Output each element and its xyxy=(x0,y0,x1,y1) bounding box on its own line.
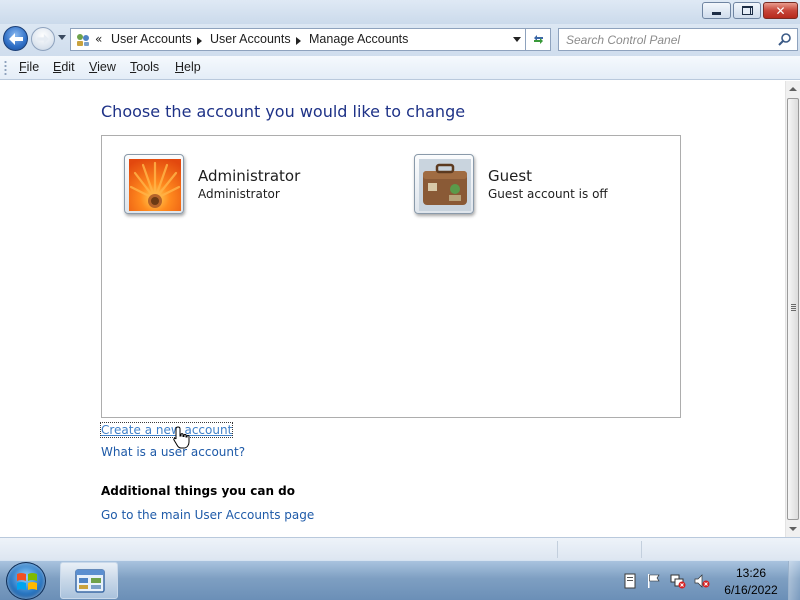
network-disconnected-icon[interactable] xyxy=(670,573,686,589)
clock-time[interactable]: 13:26 xyxy=(718,566,784,580)
menu-help-accel: H xyxy=(175,60,185,74)
control-panel-window-icon xyxy=(75,569,105,593)
scroll-up-arrow-icon[interactable] xyxy=(789,87,797,91)
menu-tools-label: ools xyxy=(136,60,160,74)
breadcrumb-user-accounts-2[interactable]: User Accounts xyxy=(210,32,291,46)
content-pane: Choose the account you would like to cha… xyxy=(0,81,785,537)
additional-things-heading: Additional things you can do xyxy=(101,484,296,498)
forward-button[interactable] xyxy=(31,27,55,51)
menu-file-label: ile xyxy=(26,60,40,74)
menu-view-accel: V xyxy=(89,60,98,74)
account-name-administrator[interactable]: Administrator xyxy=(198,167,300,185)
create-account-link[interactable]: Create a new account xyxy=(99,422,234,438)
search-icon[interactable] xyxy=(777,32,793,48)
action-center-icon[interactable] xyxy=(622,573,638,589)
navigation-bar: « User Accounts User Accounts Manage Acc… xyxy=(0,24,800,56)
suitcase-picture-icon[interactable] xyxy=(414,154,474,214)
account-tile-administrator[interactable]: Administrator Administrator xyxy=(124,154,404,218)
scroll-thumb[interactable] xyxy=(787,98,799,520)
menu-file-accel: F xyxy=(19,60,27,74)
menu-grip xyxy=(4,60,7,76)
taskbar: 13:26 6/16/2022 xyxy=(0,560,800,600)
status-divider xyxy=(641,541,642,558)
account-name-guest[interactable]: Guest xyxy=(488,167,532,185)
account-type-administrator: Administrator xyxy=(198,187,280,201)
menu-view[interactable]: View xyxy=(89,60,116,74)
search-input[interactable]: Search Control Panel xyxy=(566,33,680,47)
breadcrumb-manage-accounts[interactable]: Manage Accounts xyxy=(309,32,408,46)
menu-file[interactable]: File xyxy=(19,60,39,74)
restore-button[interactable] xyxy=(733,2,761,19)
scroll-down-arrow-icon[interactable] xyxy=(789,527,797,531)
what-is-user-account-link[interactable]: What is a user account? xyxy=(101,445,245,459)
menu-edit-label: dit xyxy=(61,60,75,74)
control-panel-window: ✕ « User Accounts User Accounts Manage A… xyxy=(0,0,800,560)
main-user-accounts-link[interactable]: Go to the main User Accounts page xyxy=(101,508,314,522)
orange-flower-picture-icon[interactable] xyxy=(124,154,184,214)
close-button[interactable]: ✕ xyxy=(763,2,798,19)
restore-icon xyxy=(741,6,753,15)
minimize-button[interactable] xyxy=(702,2,731,19)
title-bar[interactable]: ✕ xyxy=(0,0,800,24)
menu-tools[interactable]: Tools xyxy=(130,60,159,74)
menu-help-label: elp xyxy=(184,60,201,74)
page-title: Choose the account you would like to cha… xyxy=(101,102,466,121)
clock-date[interactable]: 6/16/2022 xyxy=(718,583,784,597)
breadcrumb-separator-icon[interactable] xyxy=(197,37,202,45)
refresh-button[interactable] xyxy=(526,28,551,51)
close-icon: ✕ xyxy=(775,3,786,18)
start-button[interactable] xyxy=(6,562,46,600)
volume-muted-icon[interactable] xyxy=(694,573,710,589)
control-panel-icon xyxy=(77,34,89,46)
arrow-right-icon xyxy=(32,28,54,50)
taskbar-control-panel-button[interactable] xyxy=(60,562,118,599)
account-type-guest: Guest account is off xyxy=(488,187,608,201)
minimize-icon xyxy=(712,11,721,15)
arrow-left-icon xyxy=(4,27,27,50)
refresh-icon xyxy=(533,35,543,44)
show-desktop-button[interactable] xyxy=(788,561,800,600)
breadcrumb-overflow[interactable]: « xyxy=(95,32,102,46)
menu-help[interactable]: Help xyxy=(175,60,201,74)
breadcrumb-separator-icon[interactable] xyxy=(296,37,301,45)
search-box[interactable]: Search Control Panel xyxy=(558,28,798,51)
vertical-scrollbar[interactable] xyxy=(785,81,800,537)
menu-view-label: iew xyxy=(97,60,116,74)
flag-icon[interactable] xyxy=(646,573,662,589)
recent-pages-dropdown[interactable] xyxy=(58,35,66,40)
back-button[interactable] xyxy=(3,26,28,51)
address-history-dropdown-icon[interactable] xyxy=(513,37,521,42)
account-tile-guest[interactable]: Guest Guest account is off xyxy=(414,154,694,218)
windows-logo-icon xyxy=(17,573,37,590)
menu-edit[interactable]: Edit xyxy=(53,60,75,74)
address-bar[interactable]: « User Accounts User Accounts Manage Acc… xyxy=(70,28,526,51)
status-bar xyxy=(0,537,800,560)
menu-bar: File Edit View Tools Help xyxy=(0,56,800,80)
accounts-list: Administrator Administrator Guest Guest … xyxy=(101,135,681,418)
status-divider xyxy=(557,541,558,558)
breadcrumb-user-accounts-1[interactable]: User Accounts xyxy=(111,32,192,46)
